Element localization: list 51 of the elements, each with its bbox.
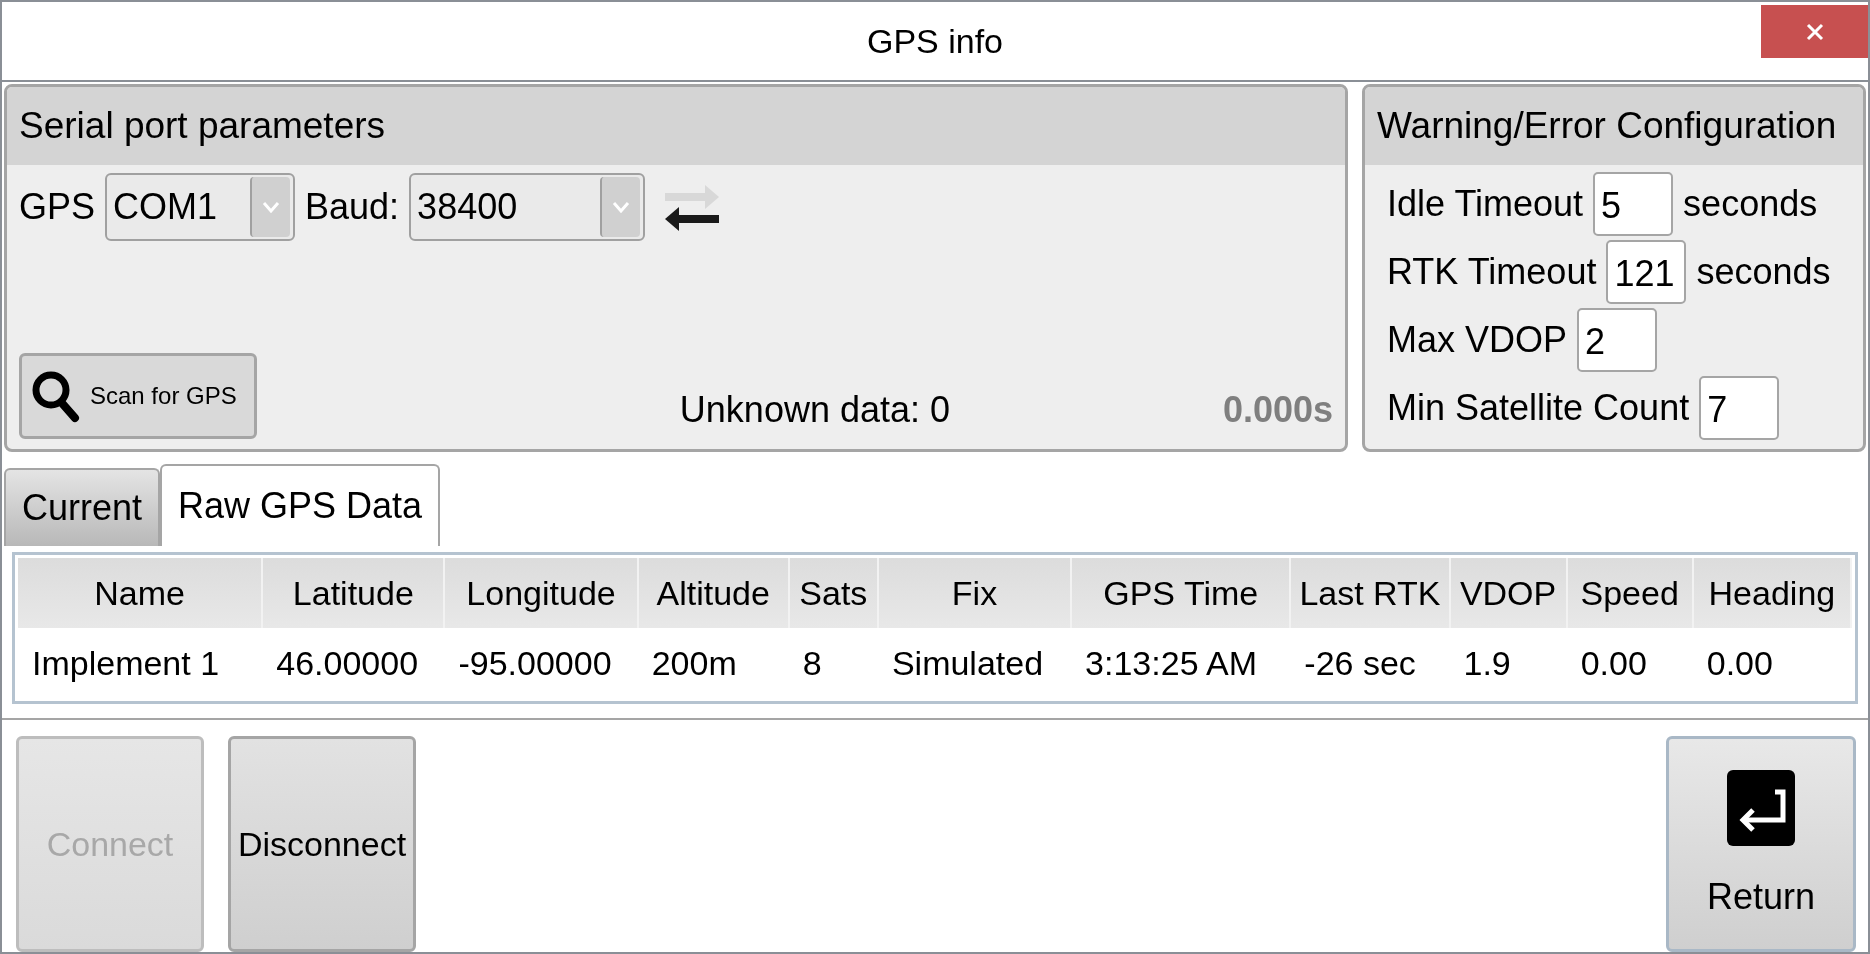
- table-cell: Simulated: [877, 628, 1072, 698]
- table-cell: 8: [788, 628, 878, 698]
- baud-label: Baud:: [305, 186, 400, 228]
- table-cell: 0.00: [1566, 628, 1693, 698]
- gps-port-label: GPS: [19, 186, 96, 228]
- unit-label: seconds: [1683, 183, 1818, 225]
- column-header: Latitude: [262, 558, 445, 628]
- field-label: Max VDOP: [1387, 319, 1568, 361]
- close-icon: [1804, 21, 1825, 42]
- return-button[interactable]: Return: [1666, 736, 1856, 952]
- table-cell: 46.00000: [262, 628, 445, 698]
- tab[interactable]: Current: [4, 468, 161, 546]
- table-cell: 3:13:25 AM: [1071, 628, 1291, 698]
- field-label: Idle Timeout: [1387, 183, 1584, 225]
- tab[interactable]: Raw GPS Data: [160, 464, 441, 546]
- column-header: Speed: [1566, 558, 1693, 628]
- table-cell: 0.00: [1692, 628, 1851, 698]
- chevron-icon: [261, 200, 282, 214]
- column-header: Name: [18, 558, 263, 628]
- unknown-data-text: Unknown data: 0: [678, 389, 952, 432]
- input-field[interactable]: 5: [1593, 172, 1674, 236]
- input-field[interactable]: 121: [1606, 240, 1687, 304]
- input-field[interactable]: 2: [1577, 308, 1658, 372]
- panel-title: Warning/Error Configuration: [1377, 105, 1837, 147]
- table-cell: 1.9: [1449, 628, 1567, 698]
- column-header: Longitude: [444, 558, 638, 628]
- search-icon: [30, 369, 80, 423]
- close-button[interactable]: [1761, 5, 1868, 58]
- column-header: Heading: [1692, 558, 1851, 628]
- table-cell: -26 sec: [1290, 628, 1450, 698]
- table-cell: 200m: [637, 628, 789, 698]
- column-header: Altitude: [637, 558, 789, 628]
- column-header: Sats: [788, 558, 878, 628]
- panel-title: Serial port parameters: [19, 105, 386, 147]
- table-cell: -95.00000: [444, 628, 638, 698]
- column-header: Fix: [877, 558, 1072, 628]
- scan-button[interactable]: Scan for GPS: [19, 353, 257, 439]
- column-header: GPS Time: [1071, 558, 1291, 628]
- field-label: Min Satellite Count: [1387, 387, 1690, 429]
- table-cell: Implement 1: [18, 628, 263, 698]
- window-title: GPS info: [866, 21, 1004, 61]
- column-header: VDOP: [1449, 558, 1567, 628]
- column-header: Last RTK: [1290, 558, 1450, 628]
- input-field[interactable]: 7: [1699, 376, 1780, 440]
- action-button[interactable]: Disconnect: [228, 736, 416, 952]
- baud-dropdown[interactable]: 38400: [409, 173, 646, 241]
- field-label: RTK Timeout: [1387, 251, 1597, 293]
- port-dropdown[interactable]: COM1: [105, 173, 296, 241]
- elapsed-time: 0.000s: [1222, 389, 1333, 432]
- unit-label: seconds: [1696, 251, 1831, 293]
- chevron-icon: [611, 200, 632, 214]
